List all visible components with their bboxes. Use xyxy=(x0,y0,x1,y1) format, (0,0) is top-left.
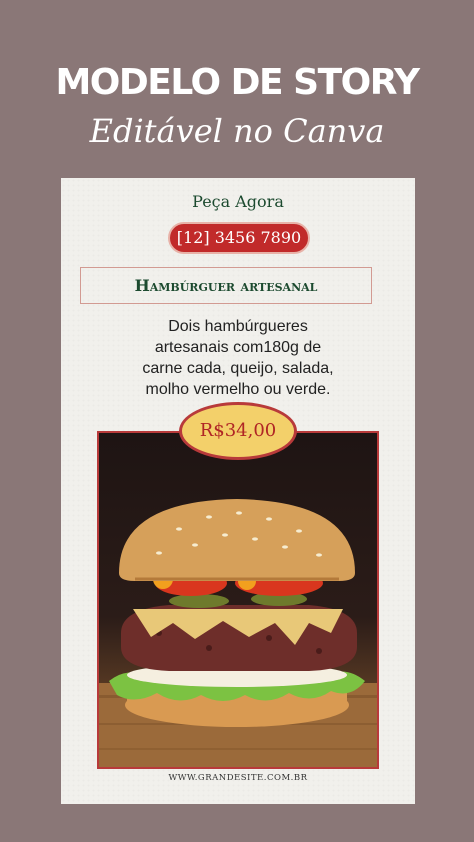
description-line: artesanais com180g de xyxy=(154,339,322,356)
description-line: molho vermelho ou verde. xyxy=(145,381,331,398)
subheadline: Editável no Canva xyxy=(89,112,385,150)
story-card: Peça Agora [12] 3456 7890 Hambúrguer art… xyxy=(61,178,415,804)
headline: MODELO DE STORY xyxy=(55,62,420,103)
product-description: Dois hambúrgueres artesanais com180g de … xyxy=(61,316,415,400)
product-title: Hambúrguer artesanal xyxy=(80,267,372,304)
order-now-label: Peça Agora xyxy=(192,192,284,211)
description-line: Dois hambúrgueres xyxy=(168,318,308,335)
phone-button[interactable]: [12] 3456 7890 xyxy=(168,222,310,254)
website-url[interactable]: WWW.GRANDESITE.COM.BR xyxy=(61,773,415,783)
description-line: carne cada, queijo, salada, xyxy=(142,360,334,377)
burger-illustration xyxy=(99,499,377,767)
burger-photo xyxy=(97,431,379,769)
price-badge: R$34,00 xyxy=(179,402,297,460)
